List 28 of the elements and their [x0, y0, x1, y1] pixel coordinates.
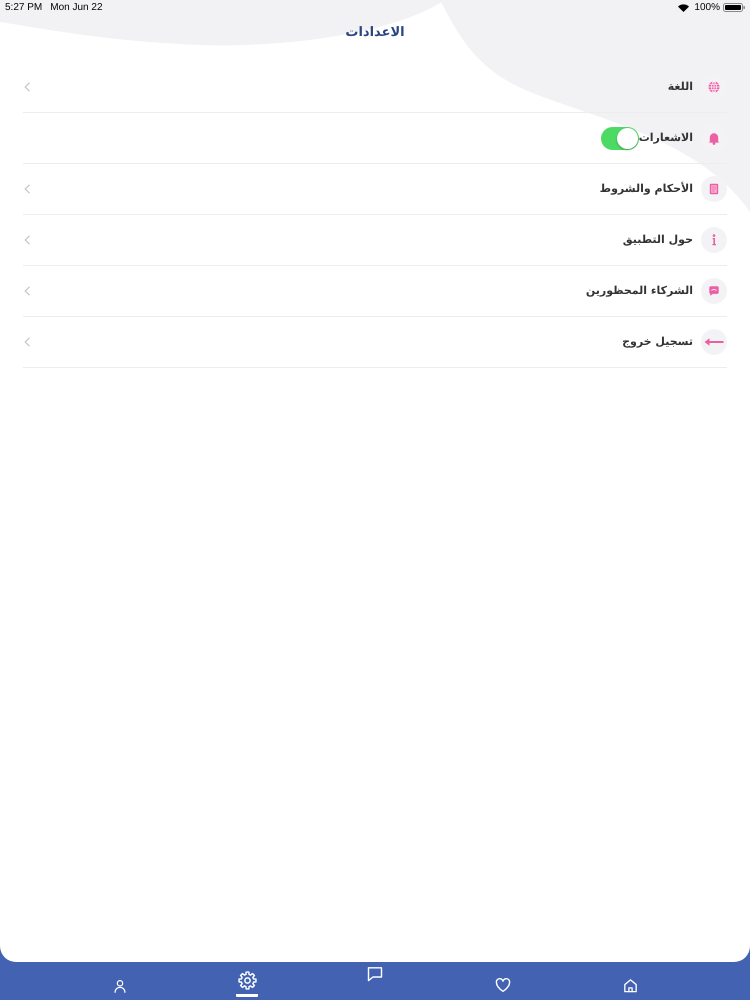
settings-item[interactable]: الأحكام والشروط: [23, 164, 727, 215]
heart-icon: [494, 976, 512, 994]
status-time: 5:27 PM: [5, 2, 42, 14]
chat-icon: [366, 965, 384, 983]
chevron-icon: [24, 82, 31, 92]
settings-item[interactable]: اللغة: [23, 62, 727, 113]
settings-item[interactable]: حول التطبيق: [23, 215, 727, 266]
chevron-icon: [24, 235, 31, 245]
gear-icon: [238, 971, 257, 990]
wifi-icon: [678, 4, 690, 12]
arrow-left-icon: [701, 329, 727, 355]
setting-label: الاشعارات: [638, 130, 693, 146]
home-icon: [622, 977, 639, 994]
info-icon: [701, 227, 727, 253]
chat-bubble-icon: [701, 278, 727, 304]
settings-item[interactable]: تسجيل خروج: [23, 317, 727, 368]
document-icon: [701, 176, 727, 202]
battery-percent: 100%: [694, 2, 720, 14]
battery-icon: [723, 3, 745, 12]
chevron-icon: [24, 286, 31, 296]
page-title: الاعدادات: [345, 24, 405, 42]
chevron-icon: [24, 337, 31, 347]
status-date: Mon Jun 22: [50, 2, 103, 14]
notifications-toggle[interactable]: [600, 126, 639, 150]
person-icon: [112, 978, 128, 994]
chevron-icon: [24, 184, 31, 194]
settings-tab[interactable]: [236, 971, 258, 997]
settings-item[interactable]: الشركاء المحظورين: [23, 266, 727, 317]
